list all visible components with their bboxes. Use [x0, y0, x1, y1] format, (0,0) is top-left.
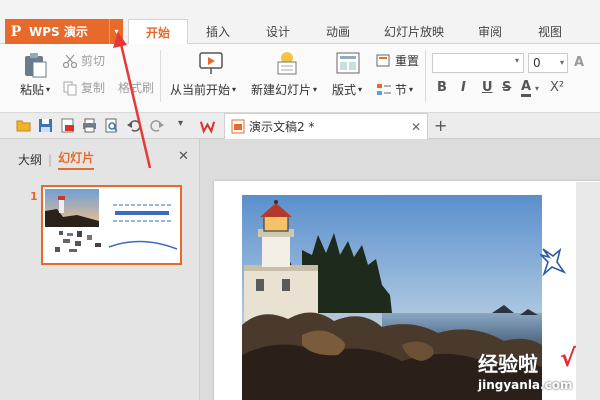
font-name-dropdown-icon[interactable]: ▾	[515, 56, 519, 65]
section-label: 节	[395, 83, 408, 97]
ribbon-toolbar: 粘贴 ▾ 剪切 复制 格式刷 从当前开始 ▾ 新建幻灯片 ▾ 版式 ▾ 重置 节…	[0, 44, 600, 113]
wps-logo-icon: P	[10, 23, 22, 40]
slide-thumbnail[interactable]	[41, 185, 182, 265]
new-slide-button[interactable]: 新建幻灯片 ▾	[251, 81, 317, 98]
paste-dropdown-icon[interactable]: ▾	[46, 85, 50, 94]
tab-design[interactable]: 设计	[248, 19, 308, 44]
open-folder-icon[interactable]	[16, 118, 31, 133]
ribbon-tabs: 开始 插入 设计 动画 幻灯片放映 审阅 视图	[128, 19, 580, 44]
format-painter-label: 格式刷	[118, 81, 155, 95]
tab-review[interactable]: 审阅	[460, 19, 520, 44]
wps-brand-icon[interactable]	[200, 119, 215, 134]
new-slide-label: 新建幻灯片	[251, 83, 312, 97]
bold-button[interactable]: B	[437, 80, 447, 95]
section-dropdown-icon[interactable]: ▾	[409, 85, 413, 94]
reset-label: 重置	[395, 54, 420, 68]
tab-animation[interactable]: 动画	[308, 19, 368, 44]
paste-button[interactable]: 粘贴 ▾	[20, 81, 50, 98]
title-bar: P WPS 演示 ▾ 开始 插入 设计 动画 幻灯片放映 审阅 视图	[0, 0, 600, 44]
copy-icon	[63, 81, 77, 95]
document-tab[interactable]: 演示文稿2 * ✕	[224, 113, 428, 139]
slide-thumbnail-preview	[45, 189, 178, 252]
superscript-button[interactable]: X²	[550, 80, 564, 95]
cut-label: 剪切	[81, 54, 106, 68]
undo-icon[interactable]	[126, 118, 141, 133]
from-current-dropdown-icon[interactable]: ▾	[232, 85, 236, 94]
tab-view[interactable]: 视图	[520, 19, 580, 44]
font-name-combo[interactable]: ▾	[432, 53, 524, 73]
export-pdf-icon[interactable]	[60, 118, 75, 133]
new-slide-dropdown-icon[interactable]: ▾	[313, 85, 317, 94]
layout-dropdown-icon[interactable]: ▾	[358, 85, 362, 94]
watermark-text: 经验啦	[478, 352, 538, 376]
slides-panel: 大纲 | 幻灯片 ✕ 1	[0, 139, 200, 400]
tab-outline[interactable]: 大纲	[18, 151, 42, 168]
cut-button[interactable]: 剪切	[62, 52, 105, 69]
redo-icon[interactable]	[150, 118, 165, 133]
tab-slideshow[interactable]: 幻灯片放映	[368, 19, 460, 44]
from-current-label: 从当前开始	[170, 83, 231, 97]
presentation-file-icon	[231, 119, 245, 134]
copy-button[interactable]: 复制	[62, 79, 105, 96]
document-title: 演示文稿2 *	[249, 120, 315, 134]
ribbon-divider	[425, 50, 426, 102]
font-size-value: 0	[533, 56, 541, 70]
tab-slides[interactable]: 幻灯片	[58, 149, 95, 170]
app-menu-dropdown-icon[interactable]: ▾	[109, 19, 123, 44]
play-from-current-icon[interactable]	[198, 50, 224, 76]
tab-home[interactable]: 开始	[128, 19, 188, 44]
font-color-button[interactable]: A	[521, 80, 532, 97]
layout-label: 版式	[332, 83, 357, 97]
new-slide-icon[interactable]	[274, 50, 300, 76]
panel-tabs: 大纲 | 幻灯片	[18, 149, 95, 170]
strikethrough-button[interactable]: S	[502, 80, 511, 95]
paste-label: 粘贴	[20, 83, 45, 97]
new-tab-button[interactable]: +	[434, 116, 447, 135]
tab-insert[interactable]: 插入	[188, 19, 248, 44]
copy-label: 复制	[81, 81, 106, 95]
format-painter-button[interactable]: 格式刷	[118, 79, 154, 96]
wps-app-menu-button[interactable]: P WPS 演示 ▾	[5, 19, 123, 44]
reset-icon	[376, 54, 390, 66]
paste-icon[interactable]	[22, 52, 48, 78]
ribbon-divider	[160, 50, 161, 102]
italic-button[interactable]: I	[461, 80, 466, 95]
section-button[interactable]: 节 ▾	[376, 81, 413, 98]
watermark-url: jingyanla.com	[478, 378, 573, 392]
customize-toolbar-dropdown-icon[interactable]: ▾	[178, 118, 183, 129]
underline-button[interactable]: U	[482, 80, 493, 95]
font-color-dropdown-icon[interactable]: ▾	[535, 84, 539, 93]
star-shape-icon[interactable]	[540, 246, 566, 278]
reset-button[interactable]: 重置	[376, 52, 419, 69]
print-icon[interactable]	[82, 118, 97, 133]
close-panel-icon[interactable]: ✕	[178, 149, 189, 164]
layout-icon[interactable]	[336, 52, 360, 74]
font-size-dropdown-icon[interactable]: ▾	[560, 54, 564, 72]
scissors-icon	[62, 54, 78, 68]
close-document-icon[interactable]: ✕	[411, 120, 421, 134]
font-size-combo[interactable]: 0 ▾	[528, 53, 568, 73]
watermark: 经验啦 √ jingyanla.com	[478, 344, 600, 400]
slide-number: 1	[30, 190, 38, 203]
app-name: WPS 演示	[29, 25, 88, 39]
print-preview-icon[interactable]	[104, 118, 119, 133]
grow-font-icon[interactable]: A	[574, 55, 584, 70]
save-icon[interactable]	[38, 118, 53, 133]
watermark-check-icon: √	[560, 344, 577, 372]
tab-separator: |	[48, 152, 53, 167]
from-current-button[interactable]: 从当前开始 ▾	[170, 81, 236, 98]
section-icon	[377, 83, 391, 95]
layout-button[interactable]: 版式 ▾	[332, 81, 362, 98]
